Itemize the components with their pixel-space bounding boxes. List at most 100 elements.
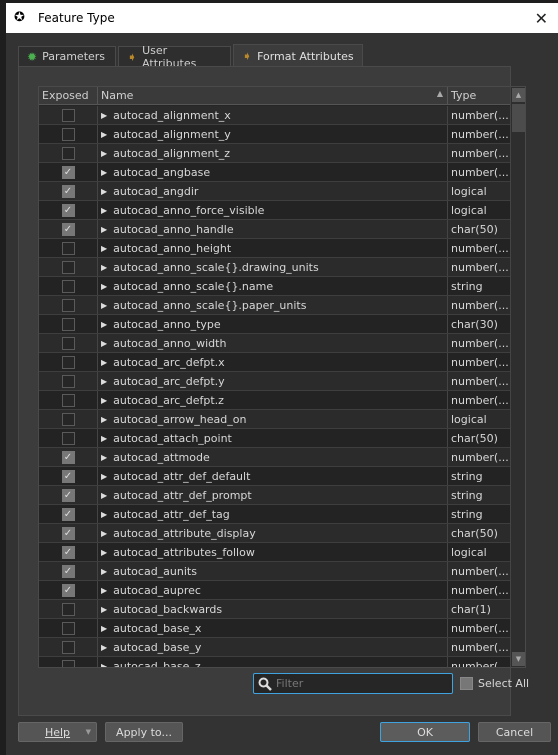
table-row[interactable]: ▶ autocad_alignment_x number(...: [39, 106, 511, 125]
type-cell[interactable]: char(30): [448, 315, 511, 333]
table-row[interactable]: ✓ ▶ autocad_aunits number(...: [39, 562, 511, 581]
type-cell[interactable]: string: [448, 505, 511, 523]
table-row[interactable]: ▶ autocad_base_y number(...: [39, 638, 511, 657]
exposed-checkbox[interactable]: ✓: [61, 222, 75, 236]
exposed-checkbox[interactable]: ✓: [61, 184, 75, 198]
table-row[interactable]: ▶ autocad_alignment_y number(...: [39, 125, 511, 144]
expand-triangle-icon[interactable]: ▶: [101, 605, 107, 614]
exposed-checkbox[interactable]: [61, 241, 75, 255]
expand-triangle-icon[interactable]: ▶: [101, 206, 107, 215]
type-cell[interactable]: char(50): [448, 524, 511, 542]
ok-button[interactable]: OK: [380, 722, 470, 742]
tab-format-attributes[interactable]: ➧ Format Attributes: [233, 44, 363, 67]
table-row[interactable]: ✓ ▶ autocad_attr_def_tag string: [39, 505, 511, 524]
table-row[interactable]: ▶ autocad_backwards char(1): [39, 600, 511, 619]
apply-to-button[interactable]: Apply to...: [105, 722, 183, 742]
type-cell[interactable]: char(1): [448, 600, 511, 618]
expand-triangle-icon[interactable]: ▶: [101, 377, 107, 386]
type-cell[interactable]: number(...: [448, 144, 511, 162]
expand-triangle-icon[interactable]: ▶: [101, 225, 107, 234]
dropdown-arrow-icon[interactable]: ▼: [86, 728, 91, 736]
exposed-checkbox[interactable]: [61, 640, 75, 654]
expand-triangle-icon[interactable]: ▶: [101, 339, 107, 348]
expand-triangle-icon[interactable]: ▶: [101, 301, 107, 310]
filter-input[interactable]: [276, 677, 446, 690]
exposed-checkbox[interactable]: [61, 431, 75, 445]
vertical-scrollbar[interactable]: ▲ ▼: [510, 87, 525, 667]
expand-triangle-icon[interactable]: ▶: [101, 472, 107, 481]
type-cell[interactable]: logical: [448, 201, 511, 219]
exposed-checkbox[interactable]: [61, 127, 75, 141]
type-cell[interactable]: char(50): [448, 220, 511, 238]
table-row[interactable]: ▶ autocad_arc_defpt.x number(...: [39, 353, 511, 372]
expand-triangle-icon[interactable]: ▶: [101, 187, 107, 196]
table-row[interactable]: ✓ ▶ autocad_attribute_display char(50): [39, 524, 511, 543]
cancel-button[interactable]: Cancel: [478, 722, 551, 742]
table-row[interactable]: ▶ autocad_arc_defpt.y number(...: [39, 372, 511, 391]
scrollbar-thumb[interactable]: [512, 104, 525, 132]
table-row[interactable]: ✓ ▶ autocad_auprec number(...: [39, 581, 511, 600]
type-cell[interactable]: char(50): [448, 429, 511, 447]
expand-triangle-icon[interactable]: ▶: [101, 415, 107, 424]
type-cell[interactable]: number(...: [448, 391, 511, 409]
expand-triangle-icon[interactable]: ▶: [101, 586, 107, 595]
scroll-down-icon[interactable]: ▼: [512, 652, 525, 666]
tab-parameters[interactable]: ✹ Parameters: [18, 46, 116, 66]
expand-triangle-icon[interactable]: ▶: [101, 149, 107, 158]
table-row[interactable]: ▶ autocad_anno_height number(...: [39, 239, 511, 258]
type-cell[interactable]: number(...: [448, 239, 511, 257]
expand-triangle-icon[interactable]: ▶: [101, 643, 107, 652]
exposed-checkbox[interactable]: [61, 298, 75, 312]
exposed-checkbox[interactable]: ✓: [61, 583, 75, 597]
exposed-checkbox[interactable]: [61, 108, 75, 122]
table-row[interactable]: ✓ ▶ autocad_attributes_follow logical: [39, 543, 511, 562]
exposed-checkbox[interactable]: [61, 602, 75, 616]
exposed-checkbox[interactable]: [61, 146, 75, 160]
exposed-checkbox[interactable]: [61, 412, 75, 426]
expand-triangle-icon[interactable]: ▶: [101, 111, 107, 120]
exposed-checkbox[interactable]: [61, 659, 75, 667]
expand-triangle-icon[interactable]: ▶: [101, 548, 107, 557]
type-cell[interactable]: number(...: [448, 372, 511, 390]
exposed-checkbox[interactable]: ✓: [61, 507, 75, 521]
type-cell[interactable]: number(...: [448, 334, 511, 352]
table-row[interactable]: ▶ autocad_anno_scale{}.paper_units number…: [39, 296, 511, 315]
table-row[interactable]: ▶ autocad_anno_width number(...: [39, 334, 511, 353]
table-row[interactable]: ▶ autocad_base_z number(...: [39, 657, 511, 667]
expand-triangle-icon[interactable]: ▶: [101, 358, 107, 367]
exposed-checkbox[interactable]: ✓: [61, 165, 75, 179]
type-cell[interactable]: number(...: [448, 657, 511, 667]
type-cell[interactable]: number(...: [448, 258, 511, 276]
header-type[interactable]: Type: [448, 87, 511, 104]
select-all-box[interactable]: [460, 677, 473, 690]
select-all-checkbox[interactable]: Select All: [460, 677, 529, 690]
expand-triangle-icon[interactable]: ▶: [101, 434, 107, 443]
table-row[interactable]: ▶ autocad_arc_defpt.z number(...: [39, 391, 511, 410]
table-row[interactable]: ✓ ▶ autocad_attr_def_prompt string: [39, 486, 511, 505]
type-cell[interactable]: logical: [448, 543, 511, 561]
type-cell[interactable]: string: [448, 277, 511, 295]
table-row[interactable]: ✓ ▶ autocad_anno_force_visible logical: [39, 201, 511, 220]
exposed-checkbox[interactable]: [61, 260, 75, 274]
type-cell[interactable]: number(...: [448, 581, 511, 599]
table-row[interactable]: ▶ autocad_alignment_z number(...: [39, 144, 511, 163]
filter-input-box[interactable]: [253, 673, 453, 694]
help-button[interactable]: Help ▼: [18, 722, 97, 742]
expand-triangle-icon[interactable]: ▶: [101, 624, 107, 633]
exposed-checkbox[interactable]: [61, 336, 75, 350]
expand-triangle-icon[interactable]: ▶: [101, 320, 107, 329]
type-cell[interactable]: string: [448, 486, 511, 504]
type-cell[interactable]: number(...: [448, 562, 511, 580]
exposed-checkbox[interactable]: ✓: [61, 469, 75, 483]
table-row[interactable]: ✓ ▶ autocad_attr_def_default string: [39, 467, 511, 486]
type-cell[interactable]: logical: [448, 182, 511, 200]
table-row[interactable]: ▶ autocad_anno_scale{}.name string: [39, 277, 511, 296]
exposed-checkbox[interactable]: ✓: [61, 450, 75, 464]
type-cell[interactable]: logical: [448, 410, 511, 428]
type-cell[interactable]: string: [448, 467, 511, 485]
exposed-checkbox[interactable]: [61, 374, 75, 388]
table-row[interactable]: ▶ autocad_anno_type char(30): [39, 315, 511, 334]
table-row[interactable]: ✓ ▶ autocad_angdir logical: [39, 182, 511, 201]
exposed-checkbox[interactable]: ✓: [61, 545, 75, 559]
tab-user-attributes[interactable]: ➧ User Attributes: [118, 44, 231, 70]
